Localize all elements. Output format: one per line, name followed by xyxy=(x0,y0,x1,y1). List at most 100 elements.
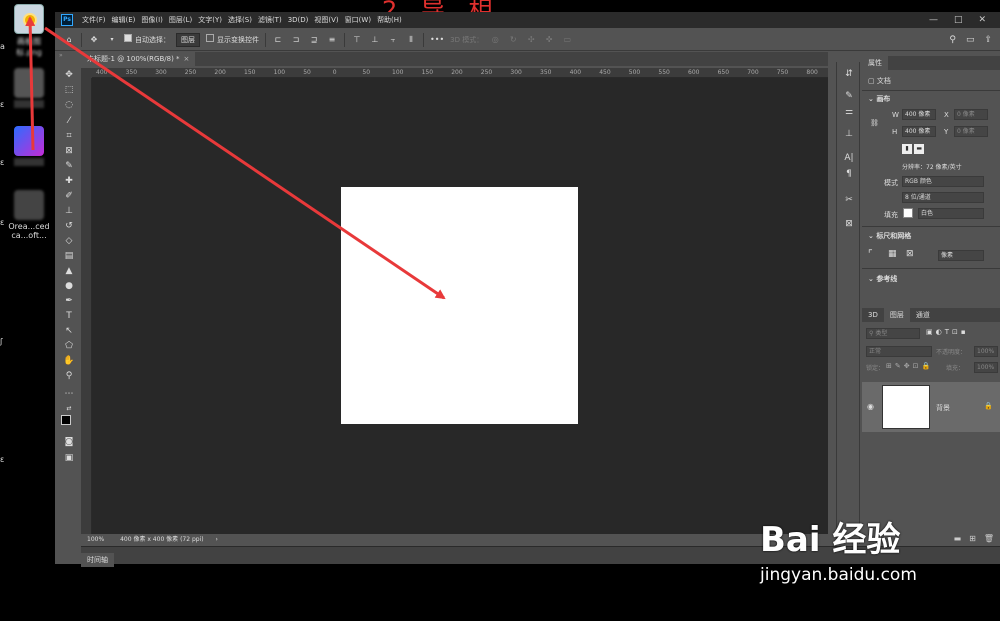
opacity-field[interactable]: 100% xyxy=(974,346,998,357)
layer-row[interactable]: ◉ 背景 🔒 xyxy=(862,382,1000,432)
brush-tool-icon[interactable]: ✐ xyxy=(62,190,76,203)
lock-icons[interactable]: ⊞✎✥⊡🔒 xyxy=(886,362,933,370)
history-icon[interactable]: ⇵ xyxy=(843,68,855,80)
align-bottom-icon[interactable]: ⫟ xyxy=(387,34,399,46)
menu-select[interactable]: 选择(S) xyxy=(225,15,255,25)
desktop-icon-app[interactable] xyxy=(6,68,52,108)
healing-brush-tool-icon[interactable]: ✚ xyxy=(62,175,76,188)
brush-settings-icon[interactable]: ✎ xyxy=(843,90,855,102)
transform-controls-checkbox[interactable]: 显示变换控件 xyxy=(206,34,259,45)
align-left-icon[interactable]: ⊏ xyxy=(272,34,284,46)
clone-stamp-tool-icon[interactable]: ⊥ xyxy=(62,205,76,218)
height-field[interactable]: 400 像素 xyxy=(902,126,936,137)
auto-select-checkbox[interactable]: 自动选择： xyxy=(124,34,170,45)
menu-type[interactable]: 文字(Y) xyxy=(195,15,225,25)
width-field[interactable]: 400 像素 xyxy=(902,109,936,120)
guides-section-header[interactable]: ⌄ 参考线 xyxy=(868,274,897,284)
ruler-toggle-icon[interactable]: ⌜ xyxy=(868,249,873,260)
fill-color-swatch[interactable] xyxy=(903,208,913,218)
paragraph-icon[interactable]: ¶ xyxy=(843,168,855,180)
desktop-icon-app-dark[interactable]: Orea...ced ca...oft... xyxy=(6,190,52,240)
menu-layer[interactable]: 图层(L) xyxy=(166,15,195,25)
history-brush-tool-icon[interactable]: ↺ xyxy=(62,220,76,233)
desktop-icon-image[interactable]: 画板图标.png xyxy=(6,4,52,58)
menu-edit[interactable]: 编辑(E) xyxy=(109,15,139,25)
eyedropper-tool-icon[interactable]: ✎ xyxy=(62,160,76,173)
tab-3d[interactable]: 3D xyxy=(862,308,884,322)
desktop-icon-app-blue[interactable] xyxy=(6,126,52,166)
link-icon[interactable]: ⛓ xyxy=(870,119,879,127)
trash-icon[interactable]: 🗑 xyxy=(984,534,994,543)
close-button[interactable]: ✕ xyxy=(978,15,986,25)
crop-tool-icon[interactable]: ⌗ xyxy=(62,130,76,143)
align-right-icon[interactable]: ⊒ xyxy=(308,34,320,46)
hand-tool-icon[interactable]: ✋ xyxy=(62,355,76,368)
screen-mode-icon[interactable]: ▣ xyxy=(62,452,76,465)
quick-mask-icon[interactable]: ◙ xyxy=(62,436,76,449)
character-icon[interactable]: A| xyxy=(843,152,855,164)
frame-tool-icon[interactable]: ⊠ xyxy=(62,145,76,158)
clone-source-icon[interactable]: ⊥ xyxy=(843,128,855,140)
distribute-vertical-icon[interactable]: ⦀ xyxy=(405,34,417,46)
roll-3d-icon[interactable]: ↻ xyxy=(507,34,519,46)
menu-help[interactable]: 帮助(H) xyxy=(374,15,405,25)
tab-layers[interactable]: 图层 xyxy=(883,308,910,322)
zoom-tool-icon[interactable]: ⚲ xyxy=(62,370,76,383)
scale-3d-icon[interactable]: ▭ xyxy=(561,34,573,46)
collapse-grip-icon[interactable]: » xyxy=(59,52,63,59)
fill-dropdown[interactable]: 白色 xyxy=(918,208,984,219)
close-tab-icon[interactable]: × xyxy=(184,55,190,63)
bit-depth-dropdown[interactable]: 8 位/通道 xyxy=(902,192,984,203)
adjustments-icon[interactable]: ⚌ xyxy=(843,106,855,118)
menu-image[interactable]: 图像(I) xyxy=(138,15,166,25)
align-middle-icon[interactable]: ⊥ xyxy=(369,34,381,46)
move-tool-icon[interactable]: ✥ xyxy=(88,34,100,46)
search-icon[interactable]: ⚲ xyxy=(949,35,956,45)
x-field[interactable]: 0 像素 xyxy=(954,109,988,120)
menu-window[interactable]: 窗口(W) xyxy=(342,15,374,25)
home-icon[interactable]: ⌂ xyxy=(63,34,75,46)
grid-icon[interactable]: ▦ xyxy=(888,249,897,259)
canvas-area[interactable] xyxy=(92,78,828,534)
pixel-grid-icon[interactable]: ⊠ xyxy=(906,249,914,259)
layer-filter-icons[interactable]: ▣◐T⊡▪ xyxy=(926,328,969,336)
pan-3d-icon[interactable]: ✣ xyxy=(525,34,537,46)
shape-tool-icon[interactable]: ⬠ xyxy=(62,340,76,353)
maximize-button[interactable]: □ xyxy=(954,15,963,25)
zoom-level[interactable]: 100% xyxy=(87,536,104,543)
status-menu-arrow-icon[interactable]: › xyxy=(216,536,218,543)
canvas-section-header[interactable]: ⌄ 画布 xyxy=(868,94,890,104)
eraser-tool-icon[interactable]: ◇ xyxy=(62,235,76,248)
blend-mode-dropdown[interactable]: 正常 xyxy=(866,346,932,357)
quick-select-tool-icon[interactable]: ⁄ xyxy=(62,115,76,128)
portrait-icon[interactable]: ▮ xyxy=(902,144,912,154)
menu-filter[interactable]: 滤镜(T) xyxy=(255,15,285,25)
mode-dropdown[interactable]: RGB 颜色 xyxy=(902,176,984,187)
distribute-icon[interactable]: ≡ xyxy=(326,34,338,46)
lasso-tool-icon[interactable]: ◌ xyxy=(62,99,76,112)
pen-tool-icon[interactable]: ✒ xyxy=(62,295,76,308)
layer-filter-search[interactable]: ⚲ 类型 xyxy=(866,328,920,339)
gradient-tool-icon[interactable]: ▤ xyxy=(62,250,76,263)
chevron-down-icon[interactable]: ▾ xyxy=(106,34,118,46)
rulers-section-header[interactable]: ⌄ 标尺和网格 xyxy=(868,231,911,241)
visibility-eye-icon[interactable]: ◉ xyxy=(867,402,874,411)
tools-preset-icon[interactable]: ✂ xyxy=(843,194,855,206)
dodge-tool-icon[interactable]: ● xyxy=(62,280,76,293)
menu-view[interactable]: 视图(V) xyxy=(311,15,341,25)
new-layer-icon[interactable]: ⊞ xyxy=(969,534,976,543)
tab-properties[interactable]: 属性 xyxy=(862,56,888,70)
type-tool-icon[interactable]: T xyxy=(62,310,76,323)
foreground-color-swatch[interactable] xyxy=(61,415,71,425)
align-top-icon[interactable]: ⊤ xyxy=(351,34,363,46)
orbit-3d-icon[interactable]: ◎ xyxy=(489,34,501,46)
swap-colors-icon[interactable]: ⇄ xyxy=(62,402,76,415)
slide-3d-icon[interactable]: ✜ xyxy=(543,34,555,46)
ruler-unit-dropdown[interactable]: 像素 xyxy=(938,250,984,261)
y-field[interactable]: 0 像素 xyxy=(954,126,988,137)
auto-select-dropdown[interactable]: 图层 xyxy=(176,32,200,47)
landscape-icon[interactable]: ▬ xyxy=(914,144,925,154)
marquee-tool-icon[interactable]: ⬚ xyxy=(62,84,76,97)
more-options-icon[interactable]: ••• xyxy=(430,34,444,46)
path-select-tool-icon[interactable]: ↖ xyxy=(62,325,76,338)
